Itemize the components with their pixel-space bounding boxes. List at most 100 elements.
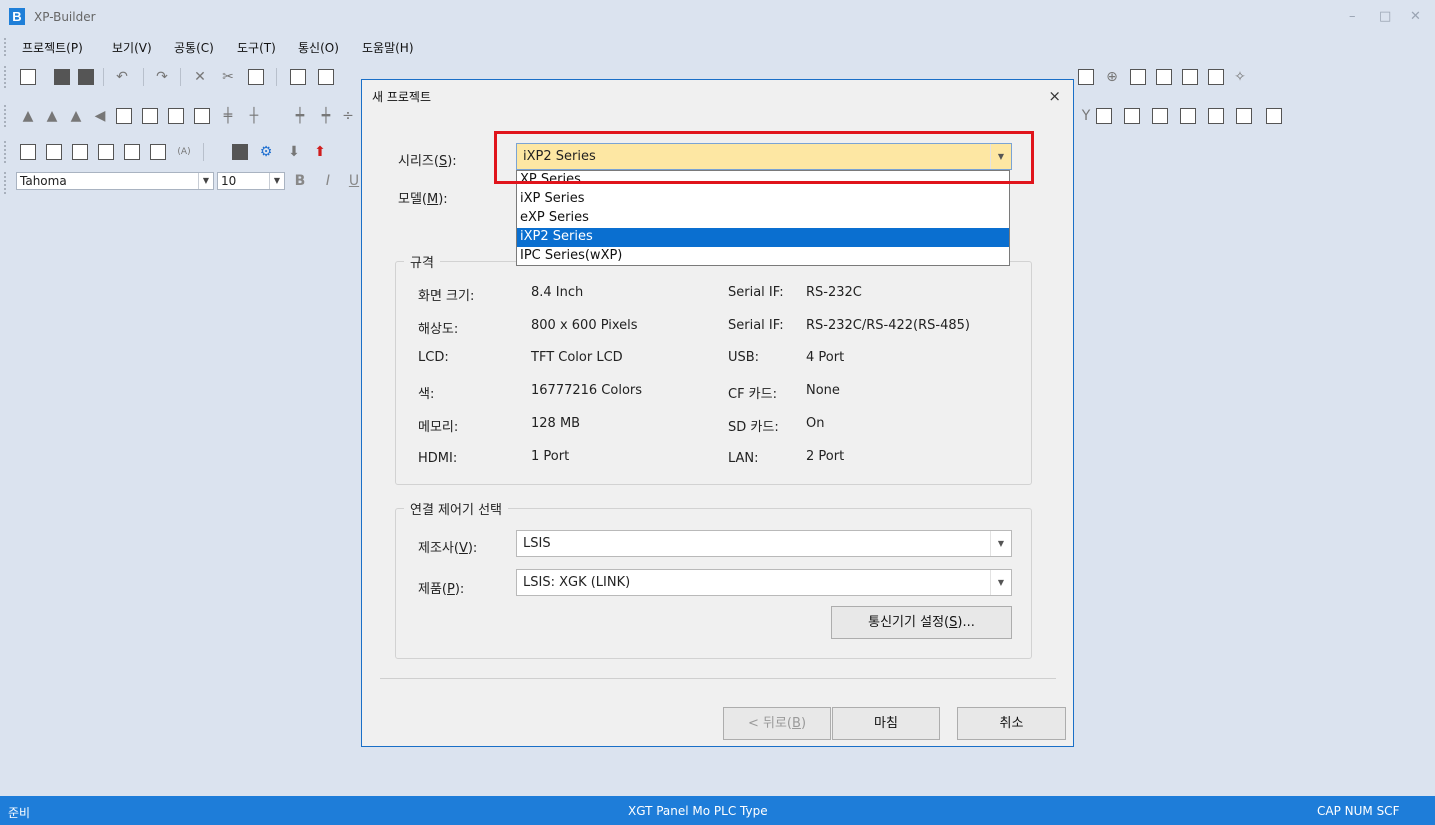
zoom-out-icon[interactable] bbox=[1156, 69, 1172, 85]
object-numeric-icon[interactable] bbox=[1096, 108, 1112, 124]
redo-icon[interactable]: ↷ bbox=[154, 69, 170, 85]
zoom-page-icon[interactable] bbox=[1078, 69, 1094, 85]
align-bottom-icon[interactable] bbox=[168, 108, 184, 124]
align-left-arrow-icon[interactable]: ◀ bbox=[92, 108, 108, 124]
zoom-area-icon[interactable] bbox=[1182, 69, 1198, 85]
maker-select[interactable]: LSIS ▼ bbox=[516, 530, 1012, 557]
zoom-fit-icon[interactable]: ⊕ bbox=[1104, 69, 1120, 85]
toolbar-grip[interactable] bbox=[4, 66, 10, 88]
undo-icon[interactable]: ↶ bbox=[114, 69, 130, 85]
menu-help[interactable]: 도움말(H) bbox=[362, 39, 414, 56]
paste-special-icon[interactable] bbox=[318, 69, 334, 85]
copy-icon[interactable] bbox=[248, 69, 264, 85]
comm-settings-button[interactable]: 통신기기 설정(S)... bbox=[831, 606, 1012, 639]
series-option[interactable]: IPC Series(wXP) bbox=[517, 247, 1009, 266]
object-list-icon[interactable] bbox=[1124, 108, 1140, 124]
wrench-icon[interactable]: Y bbox=[1078, 108, 1094, 124]
run-simulator-icon[interactable] bbox=[232, 144, 248, 160]
document-icon[interactable] bbox=[124, 144, 140, 160]
series-highlight-box bbox=[494, 131, 1034, 184]
align-top-icon[interactable] bbox=[142, 108, 158, 124]
model-label-end: ): bbox=[438, 192, 448, 207]
series-option[interactable]: iXP Series bbox=[517, 190, 1009, 209]
cut-icon[interactable]: ✂ bbox=[220, 69, 236, 85]
chevron-down-icon[interactable]: ▼ bbox=[990, 531, 1011, 556]
distribute-h-icon[interactable]: ┿ bbox=[318, 108, 334, 124]
save-icon[interactable] bbox=[78, 69, 94, 85]
menu-comm[interactable]: 통신(O) bbox=[298, 39, 339, 56]
object-label-icon[interactable] bbox=[1208, 108, 1224, 124]
series-option-selected[interactable]: iXP2 Series bbox=[517, 228, 1009, 247]
chevron-down-icon[interactable]: ▼ bbox=[198, 173, 213, 189]
paste-icon[interactable] bbox=[290, 69, 306, 85]
spec-label: 메모리: bbox=[418, 420, 459, 435]
align-triangle-icon[interactable]: ▲ bbox=[20, 108, 36, 124]
font-size-select[interactable]: 10 ▼ bbox=[217, 172, 285, 190]
font-name-select[interactable]: Tahoma ▼ bbox=[16, 172, 214, 190]
checklist-icon[interactable] bbox=[150, 144, 166, 160]
menubar-grip[interactable] bbox=[4, 38, 10, 56]
maker-label-key: V bbox=[458, 541, 468, 556]
product-label: 제품(P): bbox=[418, 578, 464, 597]
bold-button[interactable]: B bbox=[292, 173, 308, 189]
screen-find-icon[interactable] bbox=[46, 144, 62, 160]
series-option[interactable]: eXP Series bbox=[517, 209, 1009, 228]
finish-button[interactable]: 마침 bbox=[832, 707, 940, 740]
chevron-down-icon[interactable]: ▼ bbox=[269, 173, 284, 189]
distribute-v-icon[interactable]: ÷ bbox=[340, 108, 356, 124]
model-label: 모델(M): bbox=[398, 188, 448, 207]
minimize-button[interactable]: – bbox=[1349, 9, 1356, 24]
object-image-icon[interactable] bbox=[1180, 108, 1196, 124]
align-triangle3-icon[interactable]: ▲ bbox=[68, 108, 84, 124]
toolbar-grip[interactable] bbox=[4, 141, 10, 163]
object-text-icon[interactable] bbox=[1152, 108, 1168, 124]
spec-value: 1 Port bbox=[531, 449, 570, 464]
align-left-icon[interactable] bbox=[116, 108, 132, 124]
settings-gear-icon[interactable]: ⚙ bbox=[258, 144, 274, 160]
menu-common[interactable]: 공통(C) bbox=[174, 39, 214, 56]
underline-button[interactable]: U bbox=[346, 173, 362, 189]
maximize-button[interactable]: □ bbox=[1379, 9, 1391, 24]
comm-button-end: )... bbox=[957, 615, 975, 630]
status-keys: CAP NUM SCF bbox=[1317, 804, 1400, 818]
align-center-h-icon[interactable]: ┼ bbox=[246, 108, 262, 124]
model-label-text: 모델( bbox=[398, 192, 427, 207]
maker-label-text: 제조사( bbox=[418, 541, 459, 556]
product-label-end: ): bbox=[454, 582, 465, 597]
upload-icon[interactable]: ⬆ bbox=[312, 144, 328, 160]
back-button[interactable]: < 뒤로(B) bbox=[723, 707, 831, 740]
close-window-button[interactable]: ✕ bbox=[1410, 9, 1421, 24]
cancel-button[interactable]: 취소 bbox=[957, 707, 1066, 740]
object-script-icon[interactable] bbox=[1236, 108, 1252, 124]
spec-label: USB: bbox=[728, 350, 760, 365]
screen-list-icon[interactable] bbox=[20, 144, 36, 160]
zoom-in-icon[interactable] bbox=[1130, 69, 1146, 85]
align-triangle2-icon[interactable]: ▲ bbox=[44, 108, 60, 124]
menu-tools[interactable]: 도구(T) bbox=[237, 39, 276, 56]
menu-project[interactable]: 프로젝트(P) bbox=[22, 39, 83, 56]
menu-view[interactable]: 보기(V) bbox=[112, 39, 152, 56]
toolbar-grip[interactable] bbox=[4, 105, 10, 127]
italic-button[interactable]: I bbox=[320, 173, 336, 189]
spec-label: LCD: bbox=[418, 350, 449, 365]
crosshair-icon[interactable]: ✧ bbox=[1232, 69, 1248, 85]
delete-icon[interactable]: ✕ bbox=[192, 69, 208, 85]
product-select[interactable]: LSIS: XGK (LINK) ▼ bbox=[516, 569, 1012, 596]
toolbar-grip[interactable] bbox=[4, 172, 10, 194]
screen-window-icon[interactable] bbox=[72, 144, 88, 160]
open-folder-icon[interactable] bbox=[54, 69, 70, 85]
spec-group: 규격 bbox=[395, 252, 1032, 485]
zoom-select-icon[interactable] bbox=[1208, 69, 1224, 85]
chevron-down-icon[interactable]: ▼ bbox=[990, 570, 1011, 595]
align-right-icon[interactable] bbox=[194, 108, 210, 124]
spec-label: Serial IF: bbox=[728, 285, 784, 300]
download-icon[interactable]: ⬇ bbox=[286, 144, 302, 160]
dialog-close-button[interactable]: × bbox=[1048, 87, 1061, 105]
model-label-key: M bbox=[427, 192, 439, 207]
object-grid-icon[interactable] bbox=[1266, 108, 1282, 124]
tag-icon[interactable]: (A) bbox=[176, 144, 192, 160]
align-center-v-icon[interactable]: ╪ bbox=[220, 108, 236, 124]
new-file-icon[interactable] bbox=[20, 69, 36, 85]
distribute-icon[interactable]: ┿ bbox=[292, 108, 308, 124]
screen-search-icon[interactable] bbox=[98, 144, 114, 160]
